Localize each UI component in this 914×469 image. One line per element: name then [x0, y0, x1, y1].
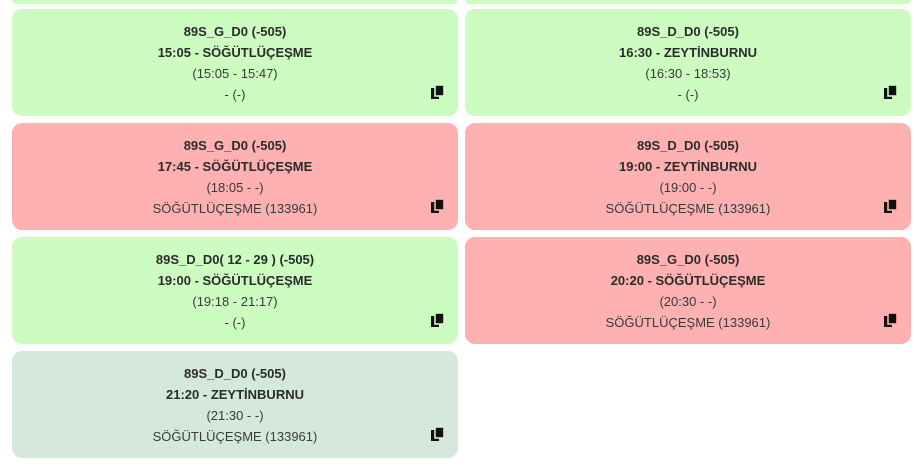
trip-card[interactable]: 89S_G_D0 (-505) 20:20 - SÖĞÜTLÜÇEŞME (20…	[465, 237, 911, 344]
trip-route-code: 89S_D_D0 (-505)	[184, 366, 286, 381]
trip-route-code: 89S_G_D0 (-505)	[183, 138, 287, 153]
trip-actual-times: (21:30 - -)	[206, 408, 264, 423]
trip-departure: 20:20 - SÖĞÜTLÜÇEŞME	[610, 273, 766, 288]
trip-departure: 16:30 - ZEYTİNBURNU	[619, 45, 757, 60]
trip-route-code: 89S_D_D0 (-505)	[637, 24, 739, 39]
trip-departure: 17:45 - SÖĞÜTLÜÇEŞME	[157, 159, 313, 174]
trip-card[interactable]: 89S_D_D0 (-505) 19:00 - ZEYTİNBURNU (19:…	[465, 123, 911, 230]
trip-card[interactable]: 89S_D_D0 (-505) 16:30 - ZEYTİNBURNU (16:…	[465, 9, 911, 116]
trip-departure: 19:00 - ZEYTİNBURNU	[619, 159, 757, 174]
trip-route-code: 89S_D_D0 (-505)	[637, 138, 739, 153]
trip-actual-times: (18:05 - -)	[206, 180, 264, 195]
trip-card[interactable]: 89S_D_D0 (-505) 21:20 - ZEYTİNBURNU (21:…	[12, 351, 458, 458]
trip-departure: 19:00 - SÖĞÜTLÜÇEŞME	[157, 273, 313, 288]
trip-stop-info: SÖĞÜTLÜÇEŞME (133961)	[605, 201, 771, 216]
trip-actual-times: (19:00 - -)	[659, 180, 717, 195]
copy-icon[interactable]	[431, 427, 444, 441]
copy-icon[interactable]	[884, 199, 897, 213]
trip-stop-info: SÖĞÜTLÜÇEŞME (133961)	[152, 201, 318, 216]
trip-card[interactable]: 89S_G_D0 (-505) 15:05 - SÖĞÜTLÜÇEŞME (15…	[12, 9, 458, 116]
trip-stop-info: - (-)	[224, 87, 246, 102]
trip-actual-times: (16:30 - 18:53)	[645, 66, 731, 81]
trip-card[interactable]: 89S_D_D0( 12 - 29 ) (-505) 19:00 - SÖĞÜT…	[12, 237, 458, 344]
trip-route-code: 89S_G_D0 (-505)	[183, 24, 287, 39]
trip-stop-info: SÖĞÜTLÜÇEŞME (133961)	[605, 315, 771, 330]
copy-icon[interactable]	[431, 85, 444, 99]
trip-card-grid: 89S_G_D0 (-505) 15:05 - SÖĞÜTLÜÇEŞME (15…	[0, 0, 914, 469]
trip-route-code: 89S_D_D0( 12 - 29 ) (-505)	[155, 252, 315, 267]
trip-stop-info: - (-)	[677, 87, 699, 102]
partial-card-top-left	[12, 0, 458, 4]
trip-stop-info: SÖĞÜTLÜÇEŞME (133961)	[152, 429, 318, 444]
copy-icon[interactable]	[431, 313, 444, 327]
trip-departure: 21:20 - ZEYTİNBURNU	[166, 387, 304, 402]
copy-icon[interactable]	[431, 199, 444, 213]
trip-route-code: 89S_G_D0 (-505)	[636, 252, 740, 267]
copy-icon[interactable]	[884, 313, 897, 327]
copy-icon[interactable]	[884, 85, 897, 99]
trip-actual-times: (19:18 - 21:17)	[192, 294, 278, 309]
trip-actual-times: (15:05 - 15:47)	[192, 66, 278, 81]
trip-actual-times: (20:30 - -)	[659, 294, 717, 309]
partial-card-top-right	[465, 0, 911, 4]
trip-card[interactable]: 89S_G_D0 (-505) 17:45 - SÖĞÜTLÜÇEŞME (18…	[12, 123, 458, 230]
trip-stop-info: - (-)	[224, 315, 246, 330]
trip-departure: 15:05 - SÖĞÜTLÜÇEŞME	[157, 45, 313, 60]
